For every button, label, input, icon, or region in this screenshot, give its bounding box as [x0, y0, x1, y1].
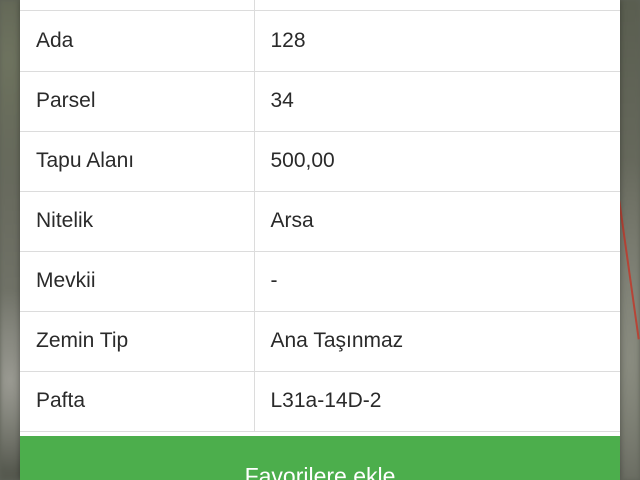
field-label-pafta: Pafta	[20, 371, 255, 432]
field-label-zemin-tip: Zemin Tip	[20, 311, 255, 372]
field-label-tapu-alani: Tapu Alanı	[20, 131, 255, 192]
add-to-favorites-button[interactable]: Favorilere ekle	[20, 436, 620, 480]
field-value-zemin-tip: Ana Taşınmaz	[254, 311, 620, 372]
field-label-parsel: Parsel	[20, 71, 255, 132]
table-row-tapu-alani: Tapu Alanı 500,00	[20, 131, 620, 192]
parcel-info-sheet: Ada 128 Parsel 34 Tapu Alanı 500,00 Nite…	[20, 0, 620, 480]
table-row-zemin-tip: Zemin Tip Ana Taşınmaz	[20, 311, 620, 372]
field-label-ada: Ada	[20, 11, 255, 72]
field-value-pafta: L31a-14D-2	[254, 371, 620, 432]
table-row-parsel: Parsel 34	[20, 71, 620, 132]
field-value-tapu-alani: 500,00	[254, 131, 620, 192]
table-row-mevkii: Mevkii -	[20, 251, 620, 312]
table-row-ada: Ada 128	[20, 11, 620, 72]
parcel-info-table: Ada 128 Parsel 34 Tapu Alanı 500,00 Nite…	[20, 11, 620, 432]
field-value-ada: 128	[254, 11, 620, 72]
previous-row-remnant	[20, 0, 620, 11]
field-value-parsel: 34	[254, 71, 620, 132]
field-value-nitelik: Arsa	[254, 191, 620, 252]
screen: Ada 128 Parsel 34 Tapu Alanı 500,00 Nite…	[0, 0, 640, 480]
table-row-nitelik: Nitelik Arsa	[20, 191, 620, 252]
field-value-mevkii: -	[254, 251, 620, 312]
field-label-mevkii: Mevkii	[20, 251, 255, 312]
field-label-nitelik: Nitelik	[20, 191, 255, 252]
table-row-pafta: Pafta L31a-14D-2	[20, 371, 620, 432]
